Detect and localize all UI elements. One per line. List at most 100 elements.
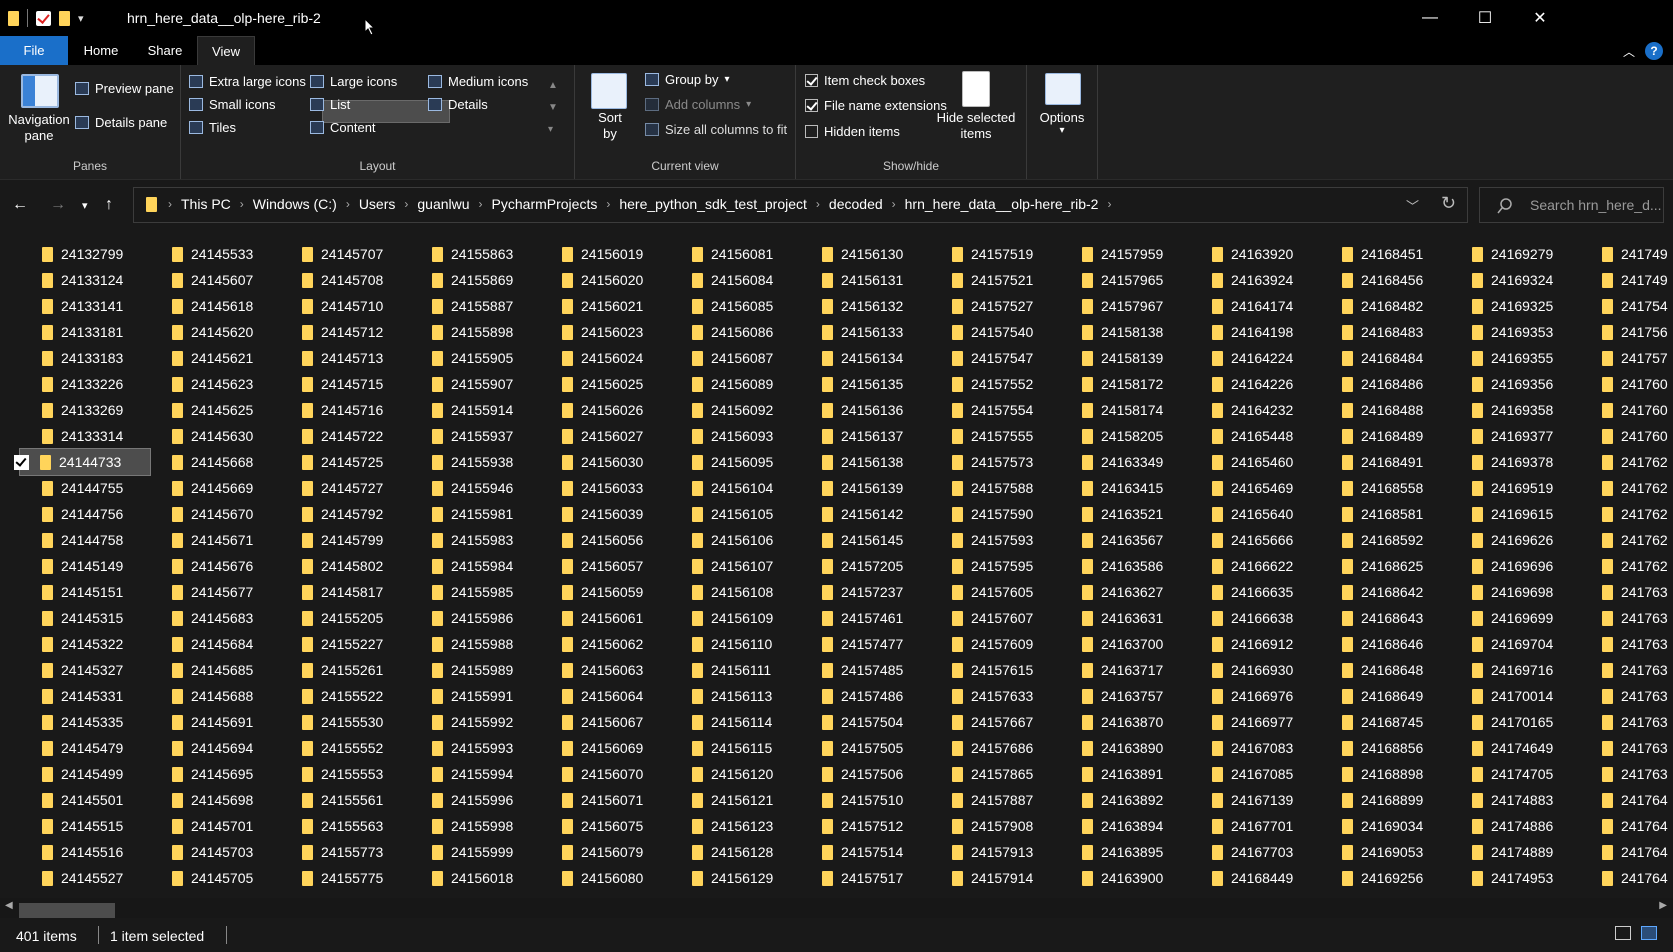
folder-item[interactable]: 24169355 (1452, 345, 1582, 371)
folder-item[interactable]: 24156120 (672, 761, 802, 787)
folder-item[interactable]: 24169378 (1452, 449, 1582, 475)
folder-item[interactable]: 24163892 (1062, 787, 1192, 813)
folder-item[interactable]: 24163891 (1062, 761, 1192, 787)
folder-item[interactable]: 24166930 (1192, 657, 1322, 683)
folder-item[interactable]: 24155986 (412, 605, 542, 631)
folder-item[interactable]: 24158205 (1062, 423, 1192, 449)
folder-item[interactable]: 24144733 (14, 448, 151, 476)
breadcrumb-decoded[interactable]: decoded (825, 196, 887, 212)
folder-item[interactable]: 24168648 (1322, 657, 1452, 683)
folder-item[interactable]: 24157205 (802, 553, 932, 579)
folder-item[interactable]: 24157615 (932, 657, 1062, 683)
folder-item[interactable]: 24156070 (542, 761, 672, 787)
folder-item[interactable]: 24168488 (1322, 397, 1452, 423)
folder-item[interactable]: 24155998 (412, 813, 542, 839)
folder-item[interactable]: 24157609 (932, 631, 1062, 657)
folder-item[interactable]: 24168642 (1322, 579, 1452, 605)
folder-item[interactable]: 24155994 (412, 761, 542, 787)
folder-item[interactable]: 24156105 (672, 501, 802, 527)
folder-item[interactable]: 24156064 (542, 683, 672, 709)
folder-item[interactable]: 24145479 (22, 735, 152, 761)
folder-item[interactable]: 24168745 (1322, 709, 1452, 735)
folder-item[interactable]: 24169615 (1452, 501, 1582, 527)
folder-item[interactable]: 24168482 (1322, 293, 1452, 319)
folder-item[interactable]: 24145315 (22, 605, 152, 631)
folder-item[interactable]: 24169034 (1322, 813, 1452, 839)
folder-item[interactable]: 24157555 (932, 423, 1062, 449)
folder-item[interactable]: 24155996 (412, 787, 542, 813)
folder-item[interactable]: 24158174 (1062, 397, 1192, 423)
folder-item[interactable]: 24168625 (1322, 553, 1452, 579)
horizontal-scrollbar[interactable]: ◀ ▶ (0, 898, 1673, 918)
folder-item[interactable]: 24157959 (1062, 241, 1192, 267)
folder-item[interactable]: 24163521 (1062, 501, 1192, 527)
folder-item[interactable]: 24168898 (1322, 761, 1452, 787)
folder-item[interactable]: 24145802 (282, 553, 412, 579)
folder-item[interactable]: 24133314 (22, 423, 152, 449)
folder-item[interactable]: 24145703 (152, 839, 282, 865)
folder-item[interactable]: 24157686 (932, 735, 1062, 761)
folder-item[interactable]: 24155938 (412, 449, 542, 475)
folder-item[interactable]: 24157237 (802, 579, 932, 605)
folder-item[interactable]: 24156086 (672, 319, 802, 345)
folder-item[interactable]: 24156089 (672, 371, 802, 397)
forward-arrow-icon[interactable]: → (50, 196, 66, 214)
folder-item[interactable]: 24156136 (802, 397, 932, 423)
file-name-extensions-toggle[interactable]: File name extensions (805, 98, 947, 113)
folder-item[interactable]: 241763 (1582, 657, 1673, 683)
folder-item[interactable]: 24155553 (282, 761, 412, 787)
up-arrow-icon[interactable]: ↑ (105, 196, 113, 214)
folder-item[interactable]: 241762 (1582, 553, 1673, 579)
folder-item[interactable]: 24155907 (412, 371, 542, 397)
breadcrumb-chevron-icon[interactable]: › (887, 197, 901, 211)
folder-item[interactable]: 24167085 (1192, 761, 1322, 787)
folder-item[interactable]: 24145621 (152, 345, 282, 371)
folder-item[interactable]: 241762 (1582, 527, 1673, 553)
folder-item[interactable]: 24145331 (22, 683, 152, 709)
folder-item[interactable]: 24155869 (412, 267, 542, 293)
breadcrumb-chevron-icon[interactable]: › (474, 197, 488, 211)
folder-item[interactable]: 241764 (1582, 865, 1673, 891)
folder-item[interactable]: 24156109 (672, 605, 802, 631)
folder-item[interactable]: 24156113 (672, 683, 802, 709)
folder-item[interactable]: 24166977 (1192, 709, 1322, 735)
folder-item[interactable]: 24157865 (932, 761, 1062, 787)
folder-item[interactable]: 241757 (1582, 345, 1673, 371)
folder-item[interactable]: 24157605 (932, 579, 1062, 605)
folder-item[interactable]: 24145713 (282, 345, 412, 371)
folder-item[interactable]: 24158138 (1062, 319, 1192, 345)
folder-item[interactable]: 24157887 (932, 787, 1062, 813)
breadcrumb-chevron-icon[interactable]: › (811, 197, 825, 211)
folder-item[interactable]: 24145716 (282, 397, 412, 423)
folder-item[interactable]: 24155561 (282, 787, 412, 813)
address-history-chevron-icon[interactable]: ﹀ (1406, 196, 1419, 215)
folder-item[interactable]: 24145684 (152, 631, 282, 657)
folder-item[interactable]: 24168484 (1322, 345, 1452, 371)
folder-item[interactable]: 24166622 (1192, 553, 1322, 579)
folder-item[interactable]: 24145799 (282, 527, 412, 553)
folder-item[interactable]: 24145623 (152, 371, 282, 397)
back-arrow-icon[interactable]: ← (12, 196, 28, 214)
folder-item[interactable]: 241764 (1582, 839, 1673, 865)
folder-item[interactable]: 241756 (1582, 319, 1673, 345)
list-option[interactable]: List (310, 97, 350, 112)
extra-large-icons-option[interactable]: Extra large icons (189, 74, 306, 89)
folder-item[interactable]: 24165640 (1192, 501, 1322, 527)
folder-item[interactable]: 24145671 (152, 527, 282, 553)
folder-item[interactable]: 24164174 (1192, 293, 1322, 319)
folder-item[interactable]: 24163920 (1192, 241, 1322, 267)
tab-share[interactable]: Share (134, 36, 196, 65)
folder-item[interactable]: 24156084 (672, 267, 802, 293)
folder-item[interactable]: 24168491 (1322, 449, 1452, 475)
breadcrumb-users[interactable]: Users (355, 196, 400, 212)
folder-item[interactable]: 24156106 (672, 527, 802, 553)
breadcrumb-current-folder[interactable]: hrn_here_data__olp-here_rib-2 (901, 196, 1103, 212)
folder-item[interactable]: 241760 (1582, 423, 1673, 449)
folder-item[interactable]: 24145527 (22, 865, 152, 891)
folder-item[interactable]: 24163717 (1062, 657, 1192, 683)
folder-item[interactable]: 24168646 (1322, 631, 1452, 657)
close-button[interactable]: ✕ (1511, 0, 1569, 36)
folder-item[interactable]: 24164198 (1192, 319, 1322, 345)
folder-item[interactable]: 24157521 (932, 267, 1062, 293)
folder-item[interactable]: 24163895 (1062, 839, 1192, 865)
